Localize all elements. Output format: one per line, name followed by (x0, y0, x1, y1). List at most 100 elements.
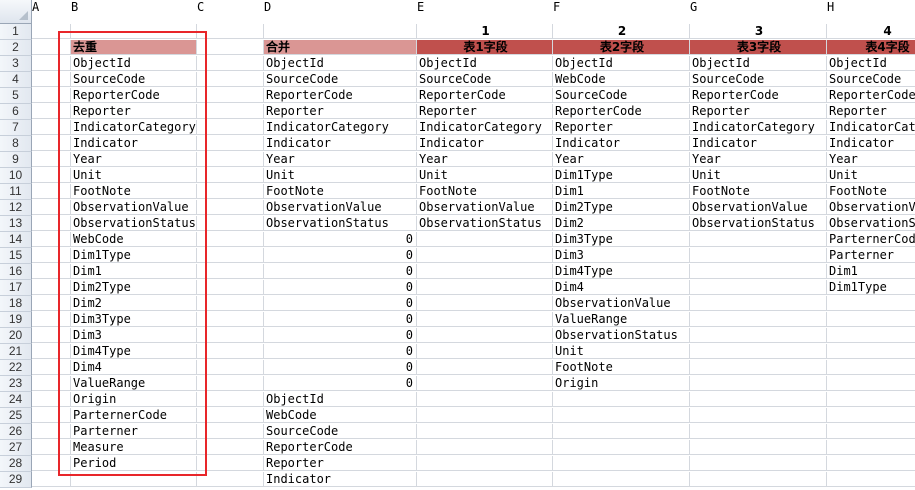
cell-c8[interactable] (197, 136, 264, 151)
cell-f13[interactable]: Dim2 (553, 216, 690, 231)
cell-e5[interactable]: ReporterCode (417, 88, 553, 103)
cell-a8[interactable] (32, 136, 71, 151)
cell-c25[interactable] (197, 408, 264, 423)
cell-g24[interactable] (690, 392, 827, 407)
cell-a16[interactable] (32, 264, 71, 279)
cell-f10[interactable]: Dim1Type (553, 168, 690, 183)
cell-e29[interactable] (417, 472, 553, 487)
cell-b2[interactable]: 去重 (71, 40, 197, 55)
cell-a4[interactable] (32, 72, 71, 87)
cell-a29[interactable] (32, 472, 71, 487)
row-header-11[interactable]: 11 (0, 184, 32, 200)
cell-e22[interactable] (417, 360, 553, 375)
cell-h25[interactable] (827, 408, 915, 423)
column-header-f[interactable]: F (553, 0, 689, 24)
cell-h13[interactable]: ObservationSt (827, 216, 915, 231)
cell-g13[interactable]: ObservationStatus (690, 216, 827, 231)
row-header-22[interactable]: 22 (0, 360, 32, 376)
cell-d10[interactable]: Unit (264, 168, 417, 183)
cell-h23[interactable] (827, 376, 915, 391)
cell-d2[interactable]: 合并 (264, 40, 417, 55)
cell-h27[interactable] (827, 440, 915, 455)
cell-c4[interactable] (197, 72, 264, 87)
cell-f1[interactable]: 2 (553, 24, 690, 39)
cell-e17[interactable] (417, 280, 553, 295)
cell-h29[interactable] (827, 472, 915, 487)
cell-a19[interactable] (32, 312, 71, 327)
cell-f2[interactable]: 表2字段 (553, 40, 690, 55)
cell-f7[interactable]: Reporter (553, 120, 690, 135)
cell-h1[interactable]: 4 (827, 24, 915, 39)
cell-d13[interactable]: ObservationStatus (264, 216, 417, 231)
cell-b16[interactable]: Dim1 (71, 264, 197, 279)
cell-e19[interactable] (417, 312, 553, 327)
cell-a6[interactable] (32, 104, 71, 119)
cell-e12[interactable]: ObservationValue (417, 200, 553, 215)
cell-b5[interactable]: ReporterCode (71, 88, 197, 103)
cell-c12[interactable] (197, 200, 264, 215)
cell-e3[interactable]: ObjectId (417, 56, 553, 71)
cell-f11[interactable]: Dim1 (553, 184, 690, 199)
cell-g22[interactable] (690, 360, 827, 375)
cell-h22[interactable] (827, 360, 915, 375)
cell-a23[interactable] (32, 376, 71, 391)
cell-b7[interactable]: IndicatorCategory (71, 120, 197, 135)
cell-b25[interactable]: ParternerCode (71, 408, 197, 423)
cell-b10[interactable]: Unit (71, 168, 197, 183)
cell-e24[interactable] (417, 392, 553, 407)
cell-f26[interactable] (553, 424, 690, 439)
cell-f22[interactable]: FootNote (553, 360, 690, 375)
cell-e13[interactable]: ObservationStatus (417, 216, 553, 231)
cell-b20[interactable]: Dim3 (71, 328, 197, 343)
cell-c20[interactable] (197, 328, 264, 343)
select-all-corner[interactable] (0, 0, 32, 24)
cell-h6[interactable]: Reporter (827, 104, 915, 119)
cell-b23[interactable]: ValueRange (71, 376, 197, 391)
cell-b8[interactable]: Indicator (71, 136, 197, 151)
cell-e8[interactable]: Indicator (417, 136, 553, 151)
cell-e9[interactable]: Year (417, 152, 553, 167)
cell-h26[interactable] (827, 424, 915, 439)
cell-e1[interactable]: 1 (417, 24, 553, 39)
cell-c5[interactable] (197, 88, 264, 103)
cell-h7[interactable]: IndicatorCat (827, 120, 915, 135)
cell-f9[interactable]: Year (553, 152, 690, 167)
cell-g21[interactable] (690, 344, 827, 359)
cell-e4[interactable]: SourceCode (417, 72, 553, 87)
cell-c6[interactable] (197, 104, 264, 119)
cell-e6[interactable]: Reporter (417, 104, 553, 119)
cell-g23[interactable] (690, 376, 827, 391)
cell-a15[interactable] (32, 248, 71, 263)
cell-g19[interactable] (690, 312, 827, 327)
cell-a5[interactable] (32, 88, 71, 103)
cell-e15[interactable] (417, 248, 553, 263)
cell-g10[interactable]: Unit (690, 168, 827, 183)
cell-b13[interactable]: ObservationStatus (71, 216, 197, 231)
cell-g29[interactable] (690, 472, 827, 487)
row-header-15[interactable]: 15 (0, 248, 32, 264)
row-header-13[interactable]: 13 (0, 216, 32, 232)
cell-a14[interactable] (32, 232, 71, 247)
cell-c21[interactable] (197, 344, 264, 359)
column-header-a[interactable]: A (32, 0, 70, 24)
cell-d5[interactable]: ReporterCode (264, 88, 417, 103)
row-header-14[interactable]: 14 (0, 232, 32, 248)
cell-h28[interactable] (827, 456, 915, 471)
row-header-16[interactable]: 16 (0, 264, 32, 280)
row-header-7[interactable]: 7 (0, 120, 32, 136)
cell-d20[interactable]: 0 (264, 328, 417, 343)
cell-d23[interactable]: 0 (264, 376, 417, 391)
column-header-h[interactable]: H (827, 0, 915, 24)
cell-e20[interactable] (417, 328, 553, 343)
cell-h10[interactable]: Unit (827, 168, 915, 183)
cell-b26[interactable]: Parterner (71, 424, 197, 439)
cell-c14[interactable] (197, 232, 264, 247)
cell-h16[interactable]: Dim1 (827, 264, 915, 279)
cell-f29[interactable] (553, 472, 690, 487)
cell-c13[interactable] (197, 216, 264, 231)
cell-a7[interactable] (32, 120, 71, 135)
column-header-g[interactable]: G (690, 0, 826, 24)
cell-e11[interactable]: FootNote (417, 184, 553, 199)
cell-b22[interactable]: Dim4 (71, 360, 197, 375)
cell-b17[interactable]: Dim2Type (71, 280, 197, 295)
